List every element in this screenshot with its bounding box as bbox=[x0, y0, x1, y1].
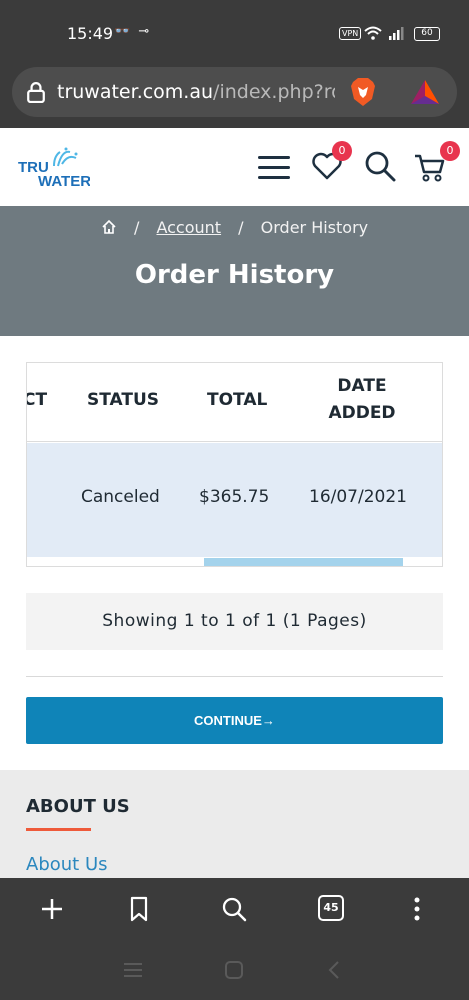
search-icon[interactable] bbox=[220, 895, 248, 923]
url-path: /index.php?ro bbox=[213, 81, 335, 103]
brave-shield-icon[interactable] bbox=[349, 77, 377, 107]
system-nav-bar bbox=[0, 940, 469, 1000]
address-bar[interactable]: truwater.com.au/index.php?ro bbox=[12, 67, 457, 117]
back-icon[interactable] bbox=[326, 960, 342, 980]
truwater-logo[interactable]: TRU WATER bbox=[18, 146, 90, 190]
url-domain: truwater.com.au bbox=[57, 81, 214, 103]
column-header-status: STATUS bbox=[87, 390, 160, 410]
column-header-date-line1: DATE bbox=[337, 376, 387, 396]
table-horizontal-scrollbar[interactable] bbox=[204, 558, 403, 566]
order-date-cell: 16/07/2021 bbox=[309, 487, 407, 507]
wishlist-count-badge: 0 bbox=[332, 141, 352, 161]
footer-heading: ABOUT US bbox=[26, 796, 130, 817]
site-footer: ABOUT US About Us bbox=[0, 770, 469, 878]
site-header: TRU WATER 0 0 bbox=[0, 128, 469, 206]
vpn-icon: VPN bbox=[339, 27, 362, 40]
column-header-total: TOTAL bbox=[207, 390, 268, 410]
continue-button[interactable]: CONTINUE→ bbox=[26, 697, 443, 744]
lock-icon[interactable] bbox=[26, 81, 46, 103]
order-status-cell: Canceled bbox=[81, 487, 160, 507]
more-menu-icon[interactable] bbox=[403, 895, 431, 923]
pagination-summary: Showing 1 to 1 of 1 (1 Pages) bbox=[26, 593, 443, 650]
signal-icon bbox=[389, 27, 404, 40]
column-header-product: CT bbox=[27, 390, 48, 410]
recent-apps-icon[interactable] bbox=[122, 960, 144, 980]
url-text[interactable]: truwater.com.au/index.php?ro bbox=[57, 81, 335, 103]
page-banner: / Account / Order History Order History bbox=[0, 206, 469, 336]
order-history-table[interactable]: CT STATUS TOTAL DATE ADDED Canceled $365… bbox=[26, 362, 443, 567]
table-row: Canceled $365.75 16/07/2021 bbox=[27, 443, 442, 557]
bookmark-icon[interactable] bbox=[125, 895, 153, 923]
table-header: CT STATUS TOTAL DATE ADDED bbox=[27, 363, 442, 442]
browser-toolbar: truwater.com.au/index.php?ro bbox=[0, 64, 469, 128]
home-button-icon[interactable] bbox=[224, 960, 244, 980]
breadcrumb-current: Order History bbox=[260, 218, 369, 237]
svg-text:WATER: WATER bbox=[38, 173, 90, 190]
page-title: Order History bbox=[134, 260, 335, 290]
browser-bottom-bar: 45 bbox=[0, 878, 469, 940]
about-us-link[interactable]: About Us bbox=[26, 854, 108, 875]
status-bar: 15:49 👓 ⊸ VPN 60 bbox=[0, 0, 469, 64]
breadcrumb: / Account / Order History bbox=[0, 218, 469, 237]
search-icon[interactable] bbox=[364, 150, 396, 182]
menu-icon[interactable] bbox=[258, 156, 290, 179]
breadcrumb-separator: / bbox=[238, 218, 244, 237]
breadcrumb-separator: / bbox=[133, 218, 140, 237]
heading-underline bbox=[26, 828, 91, 831]
battery-icon: 60 bbox=[414, 27, 440, 41]
divider bbox=[26, 676, 443, 677]
cart-count-badge: 0 bbox=[440, 141, 460, 161]
tabs-count-button[interactable]: 45 bbox=[318, 895, 344, 921]
notification-icons: 👓 ⊸ bbox=[114, 24, 152, 39]
breadcrumb-account-link[interactable]: Account bbox=[156, 218, 221, 237]
order-total-cell: $365.75 bbox=[199, 487, 270, 507]
clock: 15:49 bbox=[67, 24, 114, 43]
home-icon[interactable] bbox=[101, 219, 117, 235]
new-tab-plus-icon[interactable] bbox=[38, 895, 66, 923]
wifi-icon bbox=[364, 26, 382, 40]
column-header-date-line2: ADDED bbox=[328, 403, 396, 423]
rewards-icon[interactable] bbox=[409, 78, 441, 106]
